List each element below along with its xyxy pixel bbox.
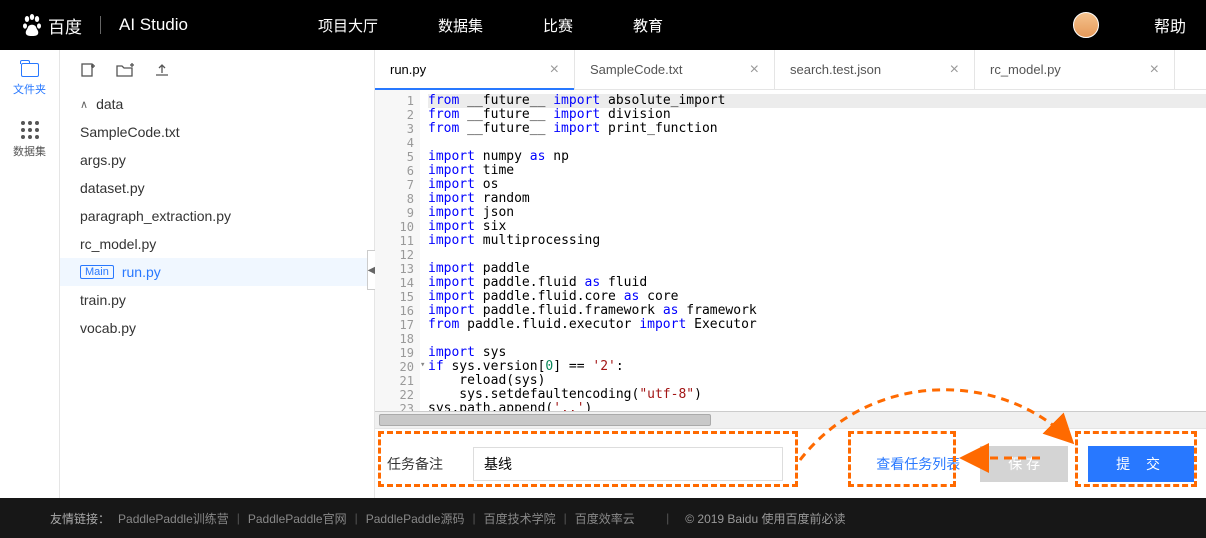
avatar[interactable] (1073, 12, 1099, 38)
new-file-icon[interactable] (80, 62, 96, 78)
main-area: 文件夹 数据集 ∧ data SampleCode.txt args.py da… (0, 50, 1206, 498)
nav-edu[interactable]: 教育 (633, 15, 663, 36)
paw-icon (20, 13, 44, 37)
file-list: ∧ data SampleCode.txt args.py dataset.py… (60, 90, 374, 498)
code-area[interactable]: 123456789101112131415161718192021222324 … (375, 90, 1206, 411)
file-item[interactable]: train.py (60, 286, 374, 314)
footer-copyright: © 2019 Baidu 使用百度前必读 (685, 510, 845, 527)
left-nav-files[interactable]: 文件夹 (0, 50, 59, 110)
nav-dataset[interactable]: 数据集 (438, 15, 483, 36)
footer-link[interactable]: PaddlePaddle训练营 (118, 510, 229, 527)
logo-baidu-text: 百度 (48, 13, 82, 38)
tab-samplecode[interactable]: SampleCode.txt× (575, 50, 775, 89)
fold-icon[interactable]: ▾ (420, 360, 425, 370)
bottom-bar: 任务备注 查看任务列表 保 存 提 交 (375, 428, 1206, 498)
upload-icon[interactable] (154, 62, 170, 78)
chevron-down-icon: ∧ (80, 98, 88, 111)
left-nav-datasets[interactable]: 数据集 (0, 110, 59, 170)
task-note-label: 任务备注 (387, 454, 443, 474)
footer-label: 友情链接： (50, 510, 110, 527)
footer: 友情链接： PaddlePaddle训练营| PaddlePaddle官网| P… (0, 498, 1206, 538)
file-item[interactable]: paragraph_extraction.py (60, 202, 374, 230)
submit-button[interactable]: 提 交 (1088, 446, 1194, 482)
footer-link[interactable]: PaddlePaddle官网 (248, 510, 347, 527)
file-folder-data[interactable]: ∧ data (60, 90, 374, 118)
file-item[interactable]: vocab.py (60, 314, 374, 342)
file-panel: ∧ data SampleCode.txt args.py dataset.py… (60, 50, 375, 498)
horizontal-scrollbar[interactable] (375, 411, 1206, 428)
file-item[interactable]: SampleCode.txt (60, 118, 374, 146)
left-nav-files-label: 文件夹 (13, 81, 46, 97)
task-note-input[interactable] (473, 447, 783, 481)
folder-name: data (96, 96, 123, 112)
footer-link[interactable]: PaddlePaddle源码 (366, 510, 465, 527)
view-task-list-link[interactable]: 查看任务列表 (876, 454, 960, 474)
close-icon[interactable]: × (550, 61, 559, 79)
footer-link[interactable]: 百度效率云 (575, 510, 635, 527)
line-gutter: 123456789101112131415161718192021222324 (375, 90, 420, 411)
left-nav-datasets-label: 数据集 (13, 143, 46, 159)
tab-search-json[interactable]: search.test.json× (775, 50, 975, 89)
close-icon[interactable]: × (750, 61, 759, 79)
nav-help[interactable]: 帮助 (1154, 13, 1186, 37)
tab-run-py[interactable]: run.py× (375, 50, 575, 89)
close-icon[interactable]: × (1150, 61, 1159, 79)
editor-area: ◀ run.py× SampleCode.txt× search.test.js… (375, 50, 1206, 498)
nav-contest[interactable]: 比赛 (543, 15, 573, 36)
left-nav: 文件夹 数据集 (0, 50, 60, 498)
logo-studio-text: AI Studio (119, 15, 188, 35)
file-item[interactable]: rc_model.py (60, 230, 374, 258)
logo-divider (100, 16, 101, 34)
folder-icon (21, 63, 39, 77)
code-lines[interactable]: from __future__ import absolute_importfr… (420, 90, 1206, 411)
new-folder-icon[interactable] (116, 63, 134, 77)
file-item[interactable]: dataset.py (60, 174, 374, 202)
file-item[interactable]: args.py (60, 146, 374, 174)
editor-tabs: run.py× SampleCode.txt× search.test.json… (375, 50, 1206, 90)
main-badge: Main (80, 265, 114, 279)
nav-links: 项目大厅 数据集 比赛 教育 (318, 15, 663, 36)
tab-rc-model[interactable]: rc_model.py× (975, 50, 1175, 89)
grid-icon (21, 121, 39, 139)
footer-link[interactable]: 百度技术学院 (484, 510, 556, 527)
logo-area[interactable]: 百度 AI Studio (20, 13, 188, 38)
close-icon[interactable]: × (950, 61, 959, 79)
scrollbar-thumb[interactable] (379, 414, 711, 426)
top-bar: 百度 AI Studio 项目大厅 数据集 比赛 教育 帮助 (0, 0, 1206, 50)
baidu-logo: 百度 (20, 13, 82, 38)
collapse-handle[interactable]: ◀ (367, 250, 375, 290)
file-item-active[interactable]: Main run.py (60, 258, 374, 286)
file-toolbar (60, 50, 374, 90)
save-button[interactable]: 保 存 (980, 446, 1068, 482)
nav-hall[interactable]: 项目大厅 (318, 15, 378, 36)
